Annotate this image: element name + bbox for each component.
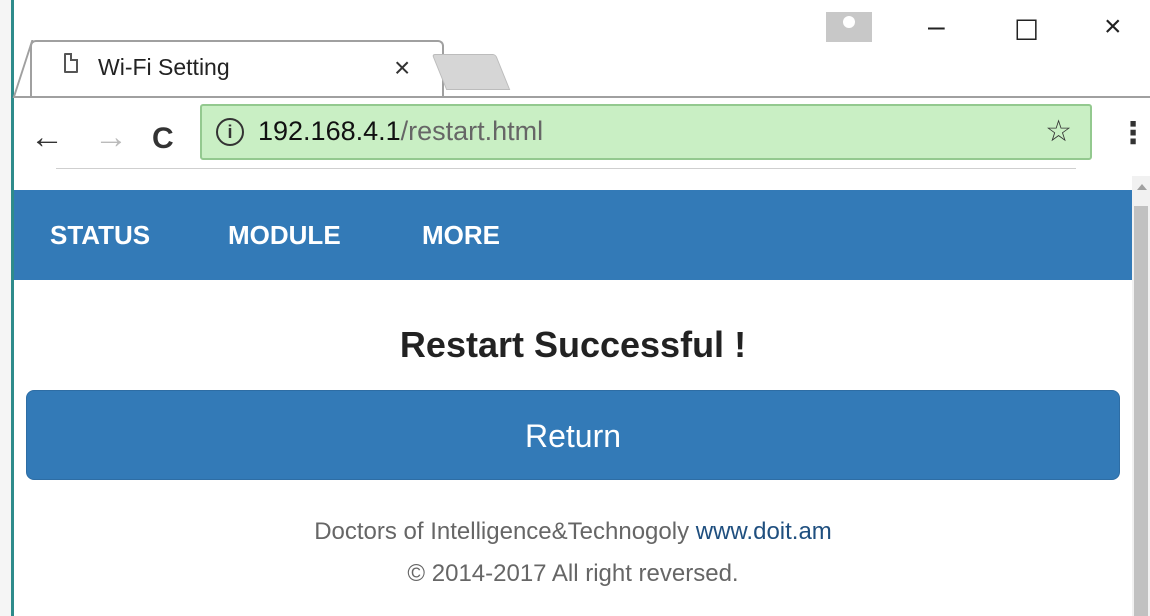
tab-wifi-setting[interactable] bbox=[30, 40, 444, 100]
page-content: STATUS MODULE MORE Restart Successful ! … bbox=[14, 190, 1132, 616]
page-icon bbox=[64, 53, 78, 73]
minimize-button[interactable]: – bbox=[928, 10, 945, 44]
nav-more[interactable]: MORE bbox=[422, 220, 500, 251]
star-icon[interactable]: ☆ bbox=[1045, 114, 1072, 149]
site-navbar: STATUS MODULE MORE bbox=[14, 190, 1132, 280]
page-title: Restart Successful ! bbox=[399, 324, 747, 365]
tab-close-icon[interactable]: × bbox=[394, 52, 410, 84]
vertical-scrollbar[interactable] bbox=[1132, 176, 1150, 616]
url-text[interactable]: 192.168.4.1/restart.html bbox=[258, 116, 543, 147]
menu-icon[interactable]: ⋮ bbox=[1118, 116, 1148, 151]
new-tab-button[interactable] bbox=[431, 54, 511, 90]
browser-window: Wi-Fi Setting × – ☐ × ← → C i 192.168.4.… bbox=[0, 0, 1150, 616]
profile-icon[interactable] bbox=[826, 12, 872, 42]
toolbar-divider bbox=[56, 168, 1076, 169]
back-button[interactable]: ← bbox=[30, 118, 64, 157]
return-button[interactable]: Return bbox=[26, 390, 1120, 480]
maximize-button[interactable]: ☐ bbox=[1014, 14, 1039, 47]
browser-toolbar: ← → C i 192.168.4.1/restart.html ☆ ⋮ bbox=[14, 98, 1150, 176]
scroll-thumb[interactable] bbox=[1134, 206, 1148, 616]
forward-button[interactable]: → bbox=[94, 118, 128, 157]
left-edge bbox=[0, 0, 14, 616]
nav-module[interactable]: MODULE bbox=[228, 220, 341, 251]
footer-link[interactable]: www.doit.am bbox=[696, 518, 832, 545]
footer-company-line: Doctors of Intelligence&Technogoly www.d… bbox=[14, 518, 1132, 546]
reload-button[interactable]: C bbox=[152, 122, 174, 156]
info-icon[interactable]: i bbox=[216, 118, 244, 146]
url-host: 192.168.4.1 bbox=[258, 116, 401, 146]
footer-company: Doctors of Intelligence&Technogoly bbox=[314, 518, 690, 545]
nav-status[interactable]: STATUS bbox=[50, 220, 150, 251]
url-path: /restart.html bbox=[400, 116, 544, 146]
address-bar[interactable]: i 192.168.4.1/restart.html ☆ bbox=[200, 104, 1092, 160]
close-button[interactable]: × bbox=[1104, 10, 1122, 44]
scroll-up-icon[interactable] bbox=[1137, 184, 1147, 190]
title-bar: Wi-Fi Setting × – ☐ × bbox=[12, 0, 1150, 100]
tab-title: Wi-Fi Setting bbox=[98, 54, 230, 80]
footer-copyright: © 2014-2017 All right reversed. bbox=[407, 560, 739, 587]
